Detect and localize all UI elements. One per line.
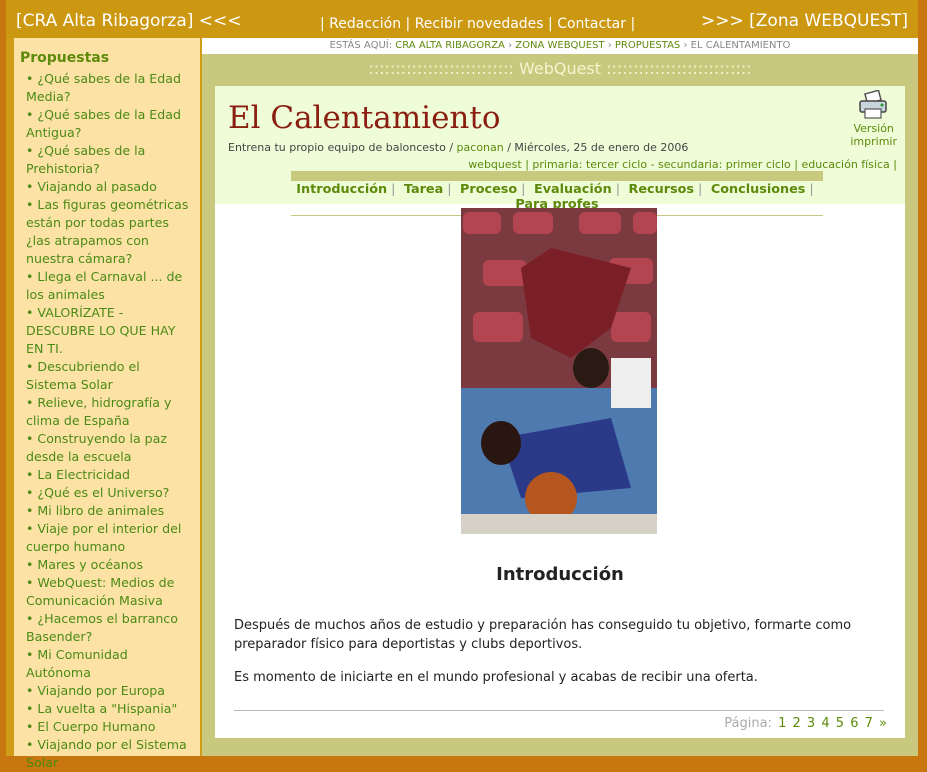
proposal-link[interactable]: • VALORÍZATE - DESCUBRE LO QUE HAY EN TI… (26, 304, 194, 358)
main-area: ESTÁS AQUÍ: CRA ALTA RIBAGORZA › ZONA WE… (202, 38, 918, 756)
intro-paragraph-2: Es momento de iniciarte en el mundo prof… (234, 670, 758, 685)
proposal-link[interactable]: • Mi Comunidad Autónoma (26, 646, 194, 682)
proposal-link[interactable]: • El Cuerpo Humano (26, 718, 194, 736)
page-link[interactable]: 1 (778, 716, 786, 731)
proposal-link[interactable]: • Relieve, hidrografía y clima de España (26, 394, 194, 430)
proposal-link[interactable]: • Viajando por el Sistema Solar (26, 736, 194, 772)
proposal-link[interactable]: • Descubriendo el Sistema Solar (26, 358, 194, 394)
pager-label: Página: (724, 716, 772, 731)
breadcrumb: ESTÁS AQUÍ: CRA ALTA RIBAGORZA › ZONA WE… (202, 38, 918, 54)
tab-introduccion[interactable]: Introducción (296, 182, 387, 197)
sidebar: Propuestas • ¿Qué sabes de la Edad Media… (14, 38, 200, 770)
nav-contactar[interactable]: | Contactar | (548, 16, 635, 32)
printer-icon (858, 90, 887, 119)
author-link[interactable]: paconan (457, 141, 504, 154)
page-link[interactable]: 7 (865, 716, 873, 731)
proposal-link[interactable]: • ¿Hacemos el barranco Basender? (26, 610, 194, 646)
proposal-link[interactable]: • ¿Qué sabes de la Edad Antigua? (26, 106, 194, 142)
breadcrumb-current: EL CALENTAMIENTO (690, 40, 791, 51)
tab-proceso[interactable]: Proceso (460, 182, 517, 197)
print-label-line2: imprimir (850, 135, 897, 148)
tabs-top-bar (291, 171, 823, 181)
proposal-link[interactable]: • ¿Qué sabes de la Edad Media? (26, 70, 194, 106)
tab-conclusiones[interactable]: Conclusiones (711, 182, 806, 197)
proposal-link[interactable]: • Mares y océanos (26, 556, 194, 574)
proposal-link[interactable]: • ¿Qué sabes de la Prehistoria? (26, 142, 194, 178)
pagination: Página: 1 2 3 4 5 6 7 » (724, 716, 887, 731)
proposal-link[interactable]: • Las figuras geométricas están por toda… (26, 196, 194, 268)
proposal-link[interactable]: • WebQuest: Medios de Comunicación Masiv… (26, 574, 194, 610)
top-bar: [CRA Alta Ribagorza] <<< | Redacción | R… (6, 0, 918, 38)
tab-recursos[interactable]: Recursos (628, 182, 694, 197)
zona-webquest-link[interactable]: >>> [Zona WEBQUEST] (701, 11, 908, 31)
page-link[interactable]: 4 (821, 716, 829, 731)
intro-paragraph-1: Después de muchos años de estudio y prep… (234, 618, 852, 652)
proposal-link[interactable]: • Viajando al pasado (26, 178, 194, 196)
tab-tarea[interactable]: Tarea (404, 182, 443, 197)
proposal-list: • ¿Qué sabes de la Edad Media? • ¿Qué sa… (14, 70, 200, 772)
breadcrumb-link[interactable]: ZONA WEBQUEST (515, 40, 604, 51)
proposal-link[interactable]: • La vuelta a "Hispania" (26, 700, 194, 718)
section-heading: Introducción (496, 564, 624, 585)
next-page-link[interactable]: » (879, 716, 887, 731)
proposal-link[interactable]: • Construyendo la paz desde la escuela (26, 430, 194, 466)
divider (234, 710, 884, 711)
breadcrumb-link[interactable]: CRA ALTA RIBAGORZA (395, 40, 505, 51)
basketball-stretch-photo (461, 208, 657, 534)
proposal-link[interactable]: • Llega el Carnaval ... de los animales (26, 268, 194, 304)
category-tags[interactable]: webquest | primaria: tercer ciclo - secu… (468, 158, 897, 171)
proposal-link[interactable]: • ¿Qué es el Universo? (26, 484, 194, 502)
breadcrumb-prefix: ESTÁS AQUÍ: (329, 40, 393, 51)
proposal-link[interactable]: • Mi libro de animales (26, 502, 194, 520)
page-link[interactable]: 5 (836, 716, 844, 731)
page-title: El Calentamiento (228, 100, 501, 136)
site-home-link[interactable]: [CRA Alta Ribagorza] <<< (16, 11, 242, 31)
nav-redaccion[interactable]: | Redacción (320, 16, 401, 32)
content-panel: El Calentamiento Entrena tu propio equip… (215, 86, 905, 738)
proposal-link[interactable]: • Viaje por el interior del cuerpo human… (26, 520, 194, 556)
article-meta: Entrena tu propio equipo de baloncesto /… (228, 141, 688, 154)
tab-evaluacion[interactable]: Evaluación (534, 182, 612, 197)
article-subtitle: Entrena tu propio equipo de baloncesto / (228, 141, 454, 154)
article-header: El Calentamiento Entrena tu propio equip… (215, 86, 905, 216)
top-nav: | Redacción | Recibir novedades | Contac… (320, 16, 635, 32)
section-band: ::::::::::::::::::::::::::: WebQuest :::… (368, 59, 752, 78)
proposal-link[interactable]: • Viajando por Europa (26, 682, 194, 700)
page-link[interactable]: 6 (850, 716, 858, 731)
proposal-link[interactable]: • La Electricidad (26, 466, 194, 484)
page-frame: [CRA Alta Ribagorza] <<< | Redacción | R… (6, 0, 918, 770)
breadcrumb-link[interactable]: PROPUESTAS (615, 40, 680, 51)
page-link[interactable]: 2 (793, 716, 801, 731)
nav-novedades[interactable]: | Recibir novedades (406, 16, 544, 32)
page-link[interactable]: 3 (807, 716, 815, 731)
sidebar-title: Propuestas (20, 50, 110, 66)
print-label-line1: Versión (853, 122, 894, 135)
article-date: / Miércoles, 25 de enero de 2006 (507, 141, 689, 154)
print-version-button[interactable]: Versión imprimir (850, 90, 897, 148)
